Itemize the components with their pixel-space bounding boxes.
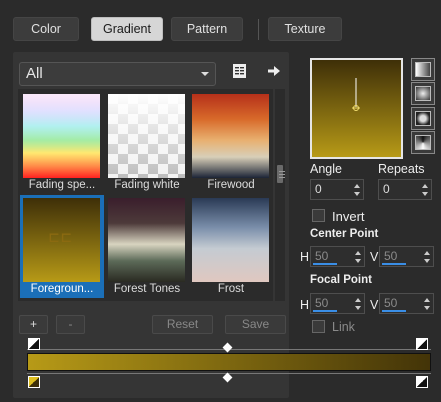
spin-up-icon[interactable]	[422, 184, 428, 188]
focal-v-spinbox[interactable]: 50	[379, 293, 434, 314]
angle-spinbox[interactable]: 0	[310, 179, 364, 200]
center-h-label: H	[300, 250, 310, 264]
gradient-thumb-foreground[interactable]: ⊏⊏ Foregroun...	[20, 195, 104, 298]
focal-v-value: 50	[384, 296, 398, 310]
gradient-thumb-label: Firewood	[207, 179, 255, 191]
spin-up-icon[interactable]	[424, 298, 430, 302]
gradient-swatch: ⊏⊏	[23, 198, 100, 282]
center-h-spinbox[interactable]: 50	[310, 246, 365, 267]
chevron-down-icon	[201, 72, 209, 76]
spin-up-icon[interactable]	[354, 184, 360, 188]
gradient-preview[interactable]	[310, 58, 403, 159]
focal-h-level	[313, 310, 337, 312]
gradient-swatch	[192, 94, 269, 178]
grip-line	[279, 171, 285, 172]
repeats-value: 0	[383, 182, 390, 196]
center-h-level	[313, 263, 337, 265]
center-v-spinbox[interactable]: 50	[379, 246, 434, 267]
gradient-thumb-label: Foregroun...	[30, 283, 94, 295]
remove-gradient-button[interactable]: -	[56, 315, 85, 334]
center-v-label: V	[370, 250, 379, 264]
invert-checkbox[interactable]	[312, 209, 325, 222]
rectangular-style-button[interactable]	[411, 82, 435, 105]
spin-down-icon[interactable]	[355, 259, 361, 263]
gradient-thumb-fading-white[interactable]: Fading white	[105, 91, 189, 194]
angle-label: Angle	[310, 162, 342, 176]
focal-h-spinbox[interactable]: 50	[310, 293, 365, 314]
thumbnail-scrollbar[interactable]	[275, 89, 285, 301]
gradient-thumb-label: Frost	[217, 283, 245, 295]
tab-separator	[258, 19, 259, 40]
gradient-swatch	[108, 198, 185, 282]
gradient-thumb-fading-spectrum[interactable]: Fading spe...	[20, 91, 104, 194]
angle-value: 0	[315, 182, 322, 196]
spin-down-icon[interactable]	[424, 259, 430, 263]
linear-style-button[interactable]	[411, 58, 435, 81]
tab-pattern[interactable]: Pattern	[171, 17, 243, 41]
sunburst-style-icon	[415, 135, 431, 150]
arrow-right-icon[interactable]	[266, 63, 282, 79]
gradient-thumb-forest-tones[interactable]: Forest Tones	[105, 195, 189, 298]
tab-gradient[interactable]: Gradient	[91, 17, 163, 41]
grip-line	[279, 177, 285, 178]
focal-point-label: Focal Point	[310, 274, 372, 286]
repeats-label: Repeats	[378, 162, 425, 176]
tab-bar: Color Gradient Pattern Texture	[0, 0, 441, 44]
reset-button[interactable]: Reset	[152, 315, 213, 334]
spin-up-icon[interactable]	[424, 251, 430, 255]
tab-texture[interactable]: Texture	[268, 17, 342, 41]
gradient-thumb-label: Fading white	[114, 179, 180, 191]
grip-line	[279, 174, 285, 175]
spin-down-icon[interactable]	[354, 192, 360, 196]
invert-label: Invert	[332, 209, 365, 224]
gradient-editor-bar[interactable]	[27, 353, 431, 371]
spin-down-icon[interactable]	[355, 306, 361, 310]
sunburst-style-button[interactable]	[411, 131, 435, 154]
focal-v-level	[382, 310, 406, 312]
gradient-swatch	[108, 94, 185, 178]
gradient-thumb-firewood[interactable]: Firewood	[189, 91, 273, 194]
link-label: Link	[332, 320, 355, 334]
focal-h-value: 50	[315, 296, 329, 310]
spin-up-icon[interactable]	[355, 298, 361, 302]
top-right-opacity-stop[interactable]	[416, 338, 428, 350]
spin-up-icon[interactable]	[355, 251, 361, 255]
top-left-opacity-stop[interactable]	[28, 338, 40, 350]
repeats-spinbox[interactable]: 0	[378, 179, 432, 200]
focal-v-label: V	[370, 298, 379, 312]
list-view-icon[interactable]	[232, 63, 248, 79]
center-point-label: Center Point	[310, 228, 379, 240]
gradient-thumb-frost[interactable]: Frost	[189, 195, 273, 298]
scrollbar-thumb[interactable]	[277, 165, 285, 183]
linear-style-icon	[415, 62, 431, 77]
bottom-right-color-stop[interactable]	[416, 376, 428, 388]
gradient-thumb-label: Fading spe...	[28, 179, 96, 191]
bottom-left-color-stop[interactable]	[28, 376, 40, 388]
rectangular-style-icon	[415, 86, 431, 101]
save-button[interactable]: Save	[225, 315, 286, 334]
fg-bg-emblem-icon: ⊏⊏	[49, 228, 74, 248]
spin-down-icon[interactable]	[422, 192, 428, 196]
focal-h-label: H	[300, 298, 310, 312]
tab-color[interactable]: Color	[13, 17, 79, 41]
add-gradient-button[interactable]: +	[19, 315, 48, 334]
gradient-thumbnail-grid: Fading spe... Fading white Firewood ⊏⊏ F…	[18, 89, 273, 301]
radial-style-icon	[415, 111, 431, 126]
center-h-value: 50	[315, 249, 329, 263]
radial-style-button[interactable]	[411, 107, 435, 130]
gradient-thumb-label: Forest Tones	[113, 283, 181, 295]
gradient-swatch	[192, 198, 269, 282]
center-v-level	[382, 263, 406, 265]
link-checkbox[interactable]	[312, 320, 325, 333]
spin-down-icon[interactable]	[424, 306, 430, 310]
gradient-swatch	[23, 94, 100, 178]
category-dropdown[interactable]: All	[19, 62, 216, 86]
center-v-value: 50	[384, 249, 398, 263]
category-dropdown-value: All	[26, 65, 43, 82]
